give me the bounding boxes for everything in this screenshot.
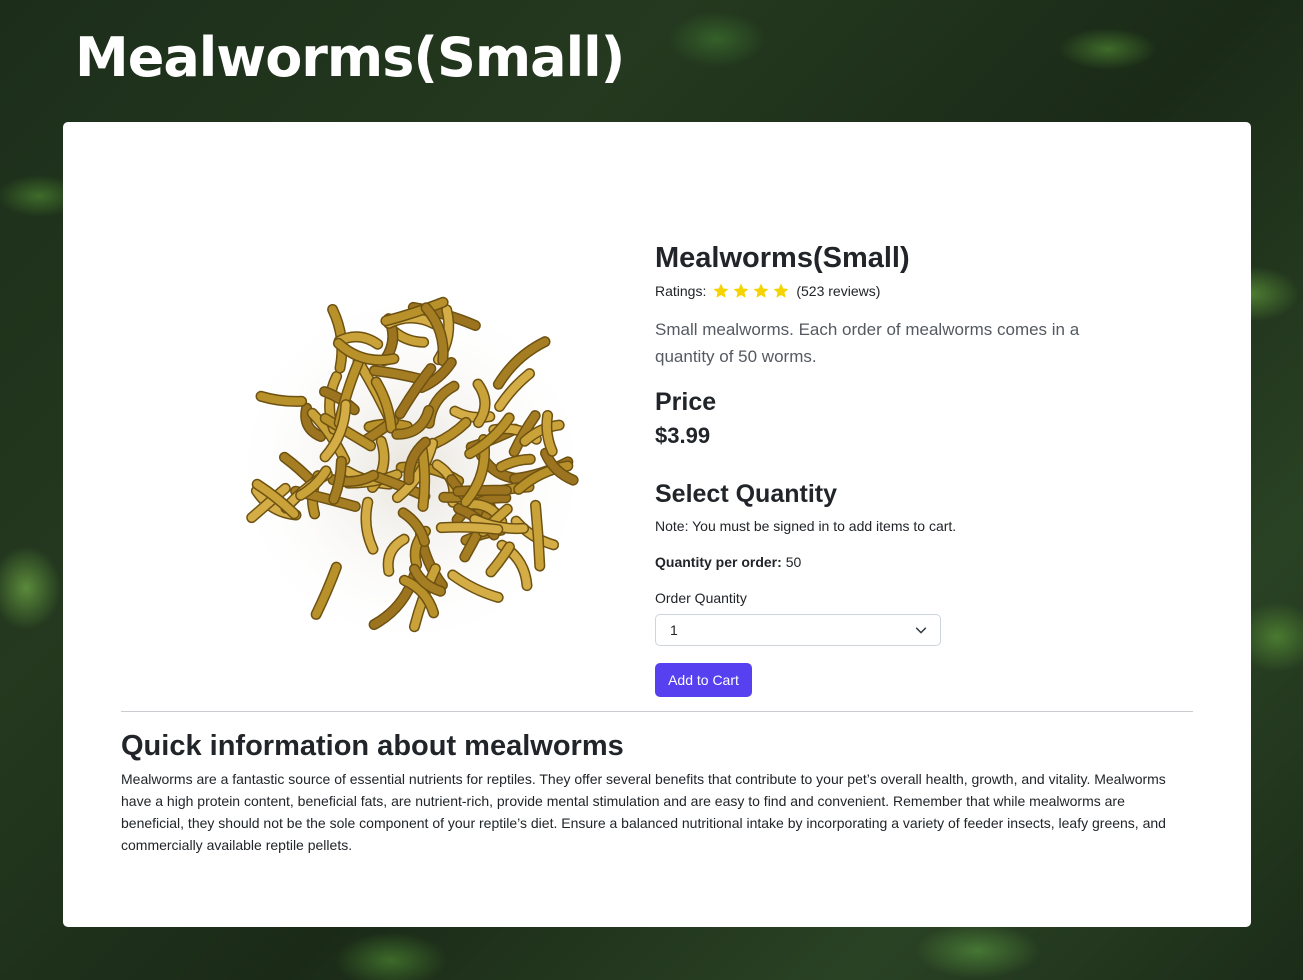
- divider: [121, 711, 1193, 712]
- star-icon: [733, 283, 749, 298]
- star-rating: [712, 282, 792, 300]
- select-quantity-heading: Select Quantity: [655, 480, 837, 508]
- price-heading: Price: [655, 388, 717, 416]
- product-description: Small mealworms. Each order of mealworms…: [655, 320, 1080, 366]
- order-quantity-label: Order Quantity: [655, 590, 747, 606]
- star-icon: [753, 283, 769, 298]
- chevron-down-icon: [915, 627, 927, 634]
- order-quantity-value: 1: [670, 622, 678, 638]
- page-title: Mealworms(Small): [75, 26, 625, 89]
- product-card: Mealworms(Small) Ratings: (523 reviews) …: [63, 122, 1251, 927]
- star-icon: [713, 283, 729, 298]
- product-name: Mealworms(Small): [655, 242, 910, 274]
- order-quantity-select[interactable]: 1: [655, 614, 941, 646]
- quantity-per-order-label: Quantity per order:: [655, 554, 782, 570]
- info-heading: Quick information about mealworms: [121, 730, 624, 762]
- review-count: (523 reviews): [796, 283, 881, 299]
- add-to-cart-button[interactable]: Add to Cart: [655, 663, 752, 697]
- quantity-per-order: Quantity per order: 50: [655, 552, 801, 572]
- price-value: $3.99: [655, 423, 711, 448]
- ratings: Ratings: (523 reviews): [655, 282, 880, 300]
- star-icon: [773, 283, 789, 298]
- ratings-label: Ratings:: [655, 283, 707, 299]
- sign-in-note: Note: You must be signed in to add items…: [655, 518, 957, 534]
- product-image: [226, 278, 596, 648]
- quantity-per-order-value: 50: [785, 554, 802, 570]
- info-text: Mealworms are a fantastic source of esse…: [121, 771, 1166, 853]
